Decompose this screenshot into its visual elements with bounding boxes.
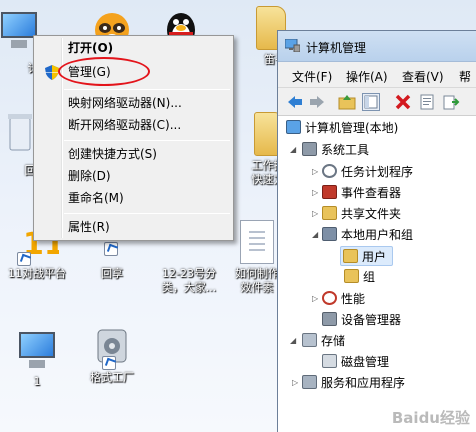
menu-item-rename[interactable]: 重命名(M) [37,188,230,209]
manage-highlight-annotation [58,57,150,86]
watermark: Baidu经验 [391,409,470,427]
event-viewer-icon [322,185,337,199]
menu-separator [64,213,230,214]
menu-separator [64,89,230,90]
export-list-icon[interactable] [442,93,460,111]
tree-node-storage[interactable]: 存储 [302,331,345,351]
format-factory-icon [90,324,134,370]
tree-node-services-applications[interactable]: 服务和应用程序 [302,373,405,393]
properties-icon[interactable] [418,93,436,111]
performance-icon [322,291,337,305]
collapse-arrow-icon[interactable]: ◢ [290,336,298,346]
shortcut-arrow-icon [17,252,31,266]
toolbar [278,88,476,116]
menu-action[interactable]: 操作(A) [346,68,388,85]
expand-arrow-icon[interactable]: ▷ [312,188,320,198]
computer-management-window: 计算机管理 文件(F) 操作(A) 查看(V) 帮 计算机管理(本地) ◢ 系统… [277,30,476,432]
menu-item-create-shortcut[interactable]: 创建快捷方式(S) [37,144,230,165]
recycle-bin-icon [8,112,32,156]
window-title: 计算机管理 [306,41,367,55]
tree-node-users[interactable]: 用户 [340,246,394,266]
pc-1-desktop-icon[interactable]: 1 [0,328,74,389]
tree-node-system-tools[interactable]: 系统工具 [302,140,369,160]
desktop-icon-label: 12-23号分 [162,267,216,280]
show-hide-tree-icon[interactable] [362,93,380,111]
menu-help[interactable]: 帮 [459,68,471,85]
document-icon [240,220,274,264]
collapse-arrow-icon[interactable]: ◢ [312,230,320,240]
shortcut-arrow-icon [104,242,118,256]
storage-icon [302,333,317,347]
system-tools-icon [302,142,317,156]
menu-file[interactable]: 文件(F) [292,68,332,85]
desktop-icon-label: 11对战平台 [8,267,66,280]
expand-arrow-icon[interactable]: ▷ [312,294,320,304]
tree-node-groups[interactable]: 组 [344,267,375,287]
forward-arrow-icon[interactable] [308,93,326,111]
up-folder-icon[interactable] [338,93,356,111]
tree-node-performance[interactable]: 性能 [322,289,365,309]
delete-x-icon[interactable] [394,93,412,111]
desktop-icon-label: 格式工厂 [90,371,134,384]
folder-icon [343,249,358,263]
users-group-icon [322,227,337,241]
collapse-arrow-icon[interactable]: ◢ [290,145,298,155]
menu-item-delete[interactable]: 删除(D) [37,166,230,187]
menu-item-disconnect-network-drive[interactable]: 断开网络驱动器(C)... [37,115,230,136]
title-bar[interactable]: 计算机管理 [278,31,476,62]
expand-arrow-icon[interactable]: ▷ [312,167,320,177]
computer-management-icon [286,120,301,134]
services-icon [302,375,317,389]
desktop-icon-label: 回享 [101,267,123,280]
tree-node-disk-management[interactable]: 磁盘管理 [322,352,389,372]
menu-item-map-network-drive[interactable]: 映射网络驱动器(N)... [37,93,230,114]
desktop-icon-label: 类，大家... [161,281,217,294]
format-factory-desktop-icon[interactable]: 格式工厂 [75,324,149,385]
tree-node-shared-folders[interactable]: 共享文件夹 [322,204,401,224]
desktop-icon-label: 1 [33,375,41,388]
shortcut-arrow-icon [102,356,116,370]
tree-node-computer-management-local[interactable]: 计算机管理(本地) [286,118,398,138]
tree-node-task-scheduler[interactable]: 任务计划程序 [322,162,413,182]
tree-node-event-viewer[interactable]: 事件查看器 [322,183,401,203]
expand-arrow-icon[interactable]: ▷ [312,209,320,219]
monitor-icon [15,328,59,372]
menu-view[interactable]: 查看(V) [402,68,444,85]
back-arrow-icon[interactable] [286,93,304,111]
folder-icon [344,269,359,283]
device-manager-icon [322,312,337,326]
uac-shield-icon [45,65,59,80]
menu-separator [64,140,230,141]
clock-icon [322,164,337,178]
menu-bar: 文件(F) 操作(A) 查看(V) 帮 [278,62,476,88]
menu-item-properties[interactable]: 属性(R) [37,217,230,238]
tree-node-device-manager[interactable]: 设备管理器 [322,310,401,330]
tree-node-local-users-groups[interactable]: 本地用户和组 [322,225,413,245]
menu-item-open[interactable]: 打开(O) [37,38,230,59]
shared-folder-icon [322,206,337,220]
expand-arrow-icon[interactable]: ▷ [292,378,300,388]
computer-management-app-icon [284,38,301,53]
disk-icon [322,354,337,368]
